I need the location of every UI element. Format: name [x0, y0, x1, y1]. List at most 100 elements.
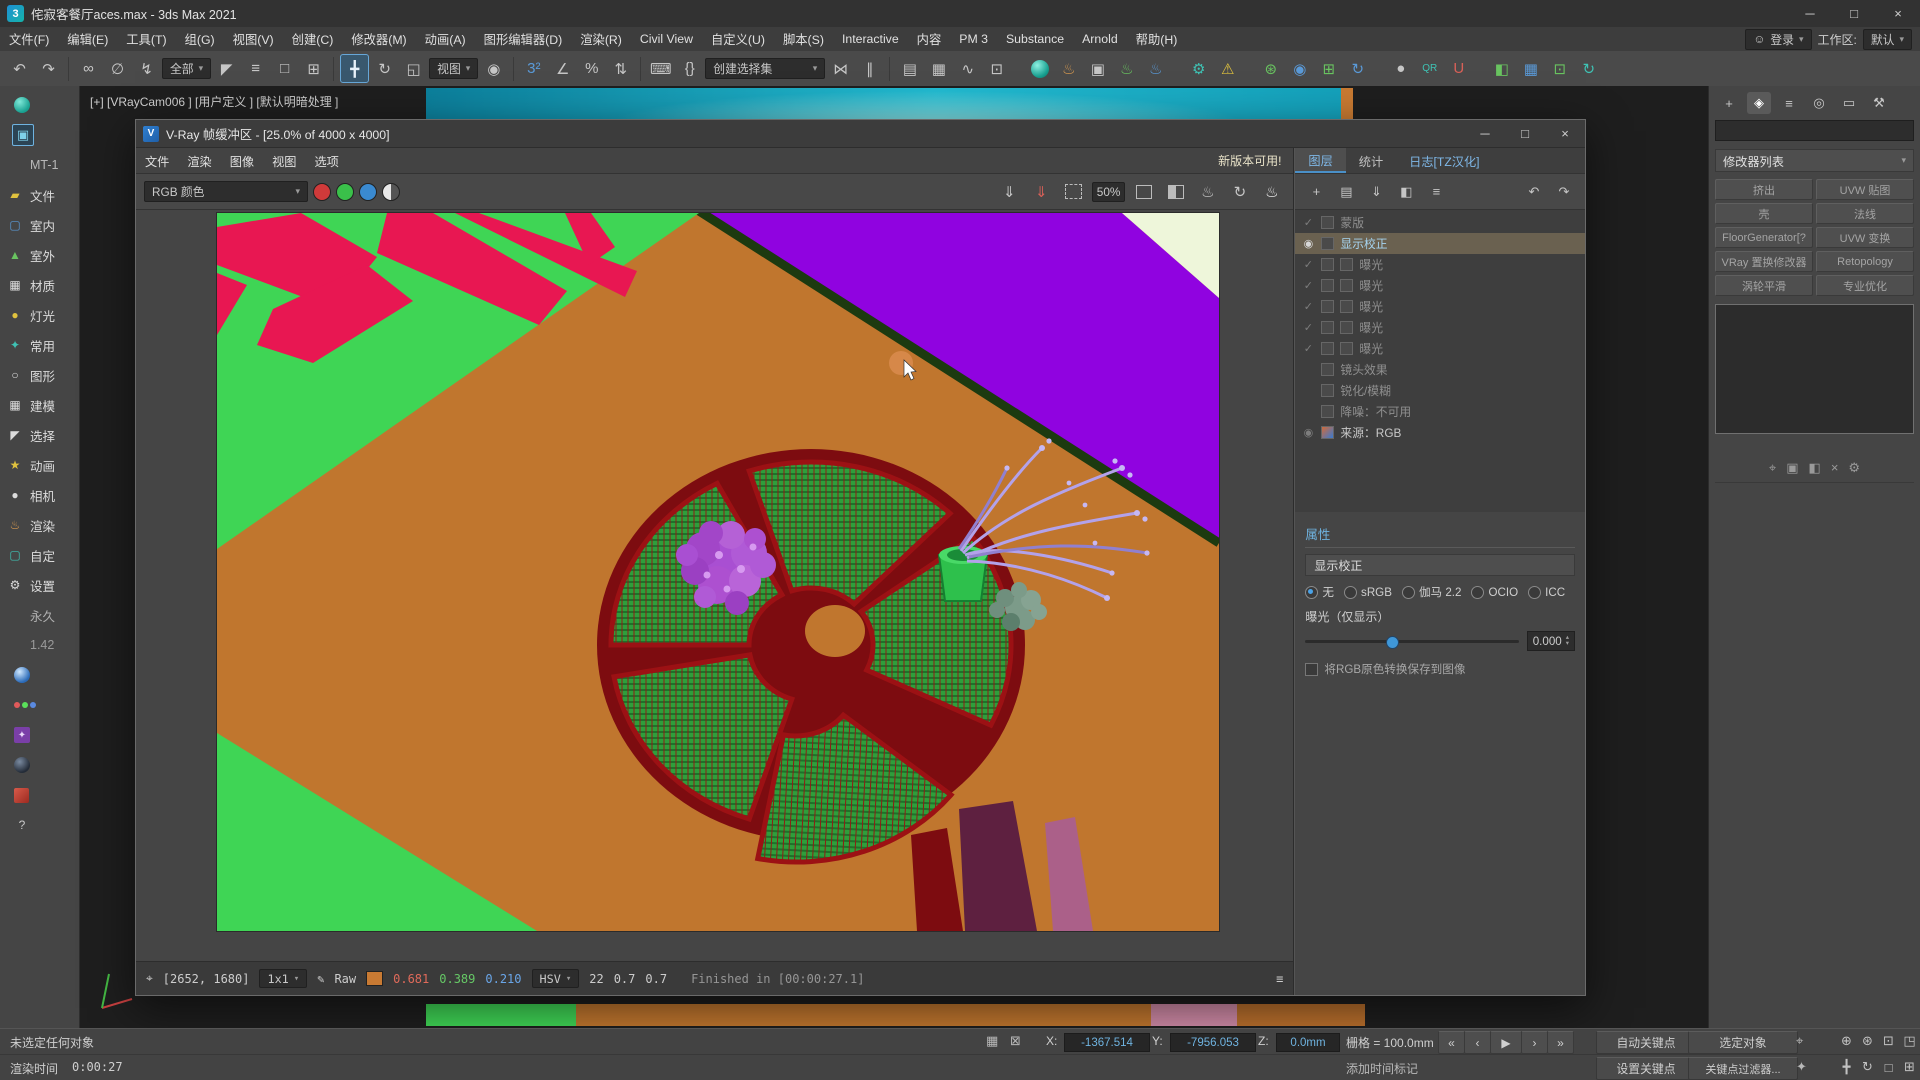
menu-modifiers[interactable]: 修改器(M): [342, 27, 415, 51]
radio-gamma[interactable]: 伽马 2.2: [1402, 584, 1462, 600]
render-production-icon[interactable]: ♨: [1113, 55, 1140, 82]
save-image-icon[interactable]: ⇓: [996, 178, 1023, 205]
warning-icon[interactable]: ⚠: [1214, 55, 1241, 82]
modifier-button[interactable]: 挤出: [1715, 179, 1813, 200]
red-channel-button[interactable]: [313, 183, 331, 201]
plugin-box-icon[interactable]: ⊞: [1315, 55, 1342, 82]
layer-redo-icon[interactable]: ↷: [1553, 181, 1575, 203]
keyboard-override-icon[interactable]: ⌨: [647, 55, 674, 82]
layer-toggle-icon[interactable]: ✓: [1301, 279, 1315, 292]
left-tool-eye[interactable]: [0, 90, 79, 120]
menu-pm3[interactable]: PM 3: [950, 27, 997, 51]
left-tool-purple[interactable]: ✦: [0, 720, 79, 750]
menu-animation[interactable]: 动画(A): [416, 27, 475, 51]
colorspace-dropdown[interactable]: HSV ▾: [532, 969, 580, 988]
physical-camera-icon[interactable]: ●: [1387, 55, 1414, 82]
plugin-globe-icon[interactable]: ◉: [1286, 55, 1313, 82]
modifier-button[interactable]: FloorGenerator[?: [1715, 227, 1813, 248]
minimize-button[interactable]: ─: [1788, 1, 1832, 27]
vfb-close-button[interactable]: ×: [1545, 121, 1585, 146]
layer-row[interactable]: ✓曝光: [1295, 254, 1585, 275]
tab-log[interactable]: 日志[TZ汉化]: [1396, 148, 1492, 173]
left-tool-cube[interactable]: ▣: [0, 120, 79, 150]
vfb-menu-options[interactable]: 选项: [306, 148, 348, 173]
layer-row[interactable]: 降噪：不可用: [1295, 401, 1585, 422]
script-tool1-icon[interactable]: ◧: [1488, 55, 1515, 82]
left-item-settings[interactable]: ⚙设置: [0, 570, 79, 600]
y-coordinate-field[interactable]: -7956.053: [1170, 1033, 1256, 1052]
eye-icon[interactable]: ◉: [1301, 237, 1315, 250]
modifier-button[interactable]: Retopology: [1816, 251, 1914, 272]
left-item-modeling[interactable]: ▦建模: [0, 390, 79, 420]
layer-row[interactable]: ✓曝光: [1295, 296, 1585, 317]
vfb-menu-view[interactable]: 视图: [263, 148, 305, 173]
layer-list-icon[interactable]: ≡: [1425, 181, 1447, 203]
left-tool-redbox[interactable]: [0, 780, 79, 810]
menu-edit[interactable]: 编辑(E): [58, 27, 117, 51]
render-canvas[interactable]: [216, 212, 1220, 932]
layer-toggle-icon[interactable]: ✓: [1301, 300, 1315, 313]
unlink-icon[interactable]: ∅: [104, 55, 131, 82]
edit-named-selection-icon[interactable]: {}: [676, 55, 703, 82]
select-move-icon[interactable]: ╋: [340, 54, 369, 83]
key-icon[interactable]: ✦: [1796, 1059, 1807, 1075]
script-tool2-icon[interactable]: ▦: [1517, 55, 1544, 82]
sign-in-button[interactable]: ☺ 登录 ▾: [1745, 29, 1811, 50]
rendered-frame-window-icon[interactable]: ▣: [1084, 55, 1111, 82]
layer-row[interactable]: 镜头效果: [1295, 359, 1585, 380]
render-iterative-icon[interactable]: ♨: [1142, 55, 1169, 82]
radio-ocio[interactable]: OCIO: [1471, 586, 1518, 599]
menu-tools[interactable]: 工具(T): [117, 27, 175, 51]
vfb-menu-render[interactable]: 渲染: [178, 148, 220, 173]
menu-customize[interactable]: 自定义(U): [702, 27, 774, 51]
select-link-icon[interactable]: ∞: [75, 55, 102, 82]
left-tool-help[interactable]: ?: [0, 810, 79, 840]
play-button[interactable]: ▶: [1490, 1031, 1522, 1054]
pan-icon[interactable]: ╋: [1843, 1059, 1851, 1075]
menu-help[interactable]: 帮助(H): [1127, 27, 1187, 51]
modifier-stack[interactable]: [1715, 304, 1914, 434]
select-by-name-icon[interactable]: ≡: [242, 55, 269, 82]
left-item-select[interactable]: ◤选择: [0, 420, 79, 450]
left-item-exterior[interactable]: ▲室外: [0, 240, 79, 270]
configure-modifier-sets-icon[interactable]: ⚙: [1848, 460, 1860, 476]
layer-folder-icon[interactable]: ▤: [1335, 181, 1357, 203]
duplicate-layer-icon[interactable]: ◧: [1395, 181, 1417, 203]
left-item-mt1[interactable]: MT-1: [0, 150, 79, 180]
left-item-interior[interactable]: ▢室内: [0, 210, 79, 240]
zoom-level-button[interactable]: 50%: [1092, 182, 1126, 202]
previous-frame-button[interactable]: ‹: [1464, 1031, 1491, 1054]
zoom-icon[interactable]: ⊕: [1841, 1033, 1852, 1049]
menu-civil-view[interactable]: Civil View: [631, 27, 702, 51]
left-tool-palette[interactable]: [0, 690, 79, 720]
menu-create[interactable]: 创建(C): [283, 27, 343, 51]
key-filters-button[interactable]: 关键点过滤器...: [1688, 1057, 1798, 1080]
channel-dropdown[interactable]: RGB 颜色 ▾: [144, 181, 308, 202]
save-to-image-checkbox[interactable]: [1305, 663, 1318, 676]
angle-snap-icon[interactable]: ∠: [549, 55, 576, 82]
modifier-button[interactable]: 法线: [1816, 203, 1914, 224]
vfb-minimize-button[interactable]: ─: [1465, 121, 1505, 146]
layer-manager-icon[interactable]: ▤: [896, 55, 923, 82]
eye-icon[interactable]: ◉: [1301, 426, 1315, 439]
zoom-region-icon[interactable]: □: [1885, 1060, 1893, 1075]
qr-tool-icon[interactable]: QR: [1416, 55, 1443, 82]
close-button[interactable]: ×: [1876, 1, 1920, 27]
radio-none[interactable]: 无: [1305, 584, 1334, 600]
menu-interactive[interactable]: Interactive: [833, 27, 908, 51]
layer-row[interactable]: ✓曝光: [1295, 338, 1585, 359]
selected-set-dropdown[interactable]: 选定对象: [1688, 1031, 1798, 1054]
layer-row[interactable]: ✓蒙版: [1295, 212, 1585, 233]
use-pivot-icon[interactable]: ◉: [480, 55, 507, 82]
region-render-icon[interactable]: [1060, 178, 1087, 205]
tab-modify-icon[interactable]: ◈: [1747, 92, 1771, 114]
vfb-menu-file[interactable]: 文件: [136, 148, 178, 173]
menu-file[interactable]: 文件(F): [0, 27, 58, 51]
plugin-refresh-icon[interactable]: ⊛: [1257, 55, 1284, 82]
remove-modifier-icon[interactable]: ×: [1831, 460, 1839, 476]
layer-toggle-icon[interactable]: ✓: [1301, 216, 1315, 229]
maximize-button[interactable]: □: [1832, 1, 1876, 27]
script-tool3-icon[interactable]: ⊡: [1546, 55, 1573, 82]
viewport-label[interactable]: [+] [VRayCam006 ] [用户定义 ] [默认明暗处理 ]: [90, 93, 338, 110]
stop-render-icon[interactable]: ↻: [1226, 178, 1253, 205]
